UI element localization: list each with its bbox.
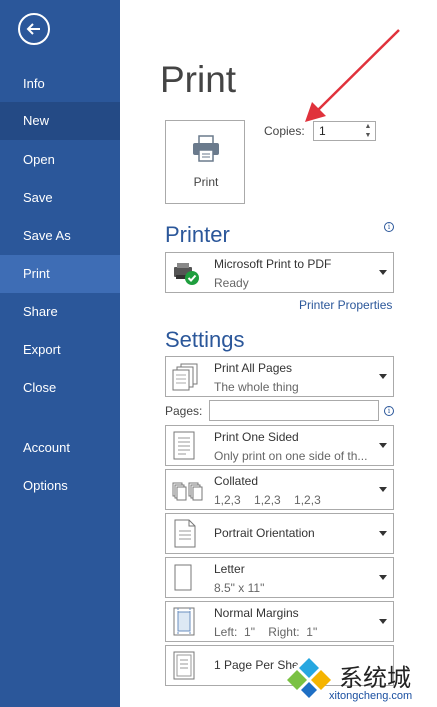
margins-sub: Left: 1" Right: 1" [214, 625, 318, 639]
watermark-logo: 系统城 xitongcheng.com [283, 648, 435, 706]
portrait-icon [174, 519, 196, 548]
pages-label: Pages: [165, 404, 203, 418]
paper-size-main: Letter [214, 562, 245, 576]
sides-select[interactable]: Print One Sided Only print on one side o… [165, 425, 394, 466]
collation-select[interactable]: Collated 1,2,3 1,2,3 1,2,3 [165, 469, 394, 510]
watermark-url: xitongcheng.com [329, 690, 413, 702]
pages-per-sheet-icon [173, 651, 195, 680]
nav-open[interactable]: Open [0, 141, 120, 179]
printer-status-icon [174, 263, 199, 285]
copies-stepper[interactable]: 1 ▲ ▼ [313, 121, 376, 141]
info-icon[interactable]: i [384, 406, 394, 416]
orientation-main: Portrait Orientation [214, 526, 315, 540]
printer-icon [193, 135, 219, 162]
margins-icon [173, 607, 195, 636]
watermark-text: 系统城 [339, 664, 411, 692]
sides-main: Print One Sided [214, 430, 299, 444]
print-button[interactable]: Print [165, 120, 245, 204]
nav-options[interactable]: Options [0, 467, 120, 505]
collation-main: Collated [214, 474, 259, 488]
pages-stack-icon [172, 363, 198, 391]
margins-main: Normal Margins [214, 606, 299, 620]
chevron-down-icon [379, 374, 387, 379]
print-range-main: Print All Pages [214, 361, 293, 375]
chevron-down-icon [379, 443, 387, 448]
nav-save[interactable]: Save [0, 179, 120, 217]
back-arrow-icon [26, 23, 40, 35]
print-range-sub: The whole thing [214, 380, 299, 394]
orientation-select[interactable]: Portrait Orientation [165, 513, 394, 554]
chevron-down-icon [379, 270, 387, 275]
sides-sub: Only print on one side of th... [214, 449, 368, 463]
page-title: Print [160, 59, 237, 100]
nav-new[interactable]: New [0, 102, 120, 140]
one-sided-icon [173, 431, 195, 460]
collation-sub: 1,2,3 1,2,3 1,2,3 [214, 493, 321, 507]
chevron-down-icon [379, 575, 387, 580]
nav-print[interactable]: Print [0, 255, 120, 293]
paper-size-select[interactable]: Letter 8.5" x 11" [165, 557, 394, 598]
back-button[interactable] [18, 13, 50, 45]
collated-icon [172, 482, 203, 501]
printer-heading: Printer [165, 222, 230, 247]
printer-select[interactable]: Microsoft Print to PDF Ready [165, 252, 394, 293]
nav-export[interactable]: Export [0, 331, 120, 369]
printer-status: Ready [214, 276, 249, 290]
nav-save-as[interactable]: Save As [0, 217, 120, 255]
settings-heading: Settings [165, 327, 245, 352]
printer-name: Microsoft Print to PDF [214, 257, 332, 271]
chevron-down-icon [379, 619, 387, 624]
chevron-down-icon [379, 531, 387, 536]
printer-properties-link[interactable]: Printer Properties [299, 298, 392, 312]
copies-value: 1 [319, 124, 326, 138]
paper-size-icon [174, 564, 192, 591]
margins-select[interactable]: Normal Margins Left: 1" Right: 1" [165, 601, 394, 642]
print-button-label: Print [193, 175, 219, 189]
spin-down-icon[interactable]: ▼ [363, 132, 373, 140]
backstage-sidebar: Info New Open Save Save As Print Share E… [0, 0, 120, 707]
nav-share[interactable]: Share [0, 293, 120, 331]
nav-info[interactable]: Info [0, 65, 120, 103]
nav-account[interactable]: Account [0, 429, 120, 467]
info-icon[interactable]: i [384, 222, 394, 232]
chevron-down-icon [379, 487, 387, 492]
spin-up-icon[interactable]: ▲ [363, 123, 373, 131]
pages-input[interactable] [209, 400, 379, 421]
copies-label: Copies: [264, 124, 305, 138]
nav-close[interactable]: Close [0, 369, 120, 407]
paper-size-sub: 8.5" x 11" [214, 581, 265, 595]
print-range-select[interactable]: Print All Pages The whole thing [165, 356, 394, 397]
